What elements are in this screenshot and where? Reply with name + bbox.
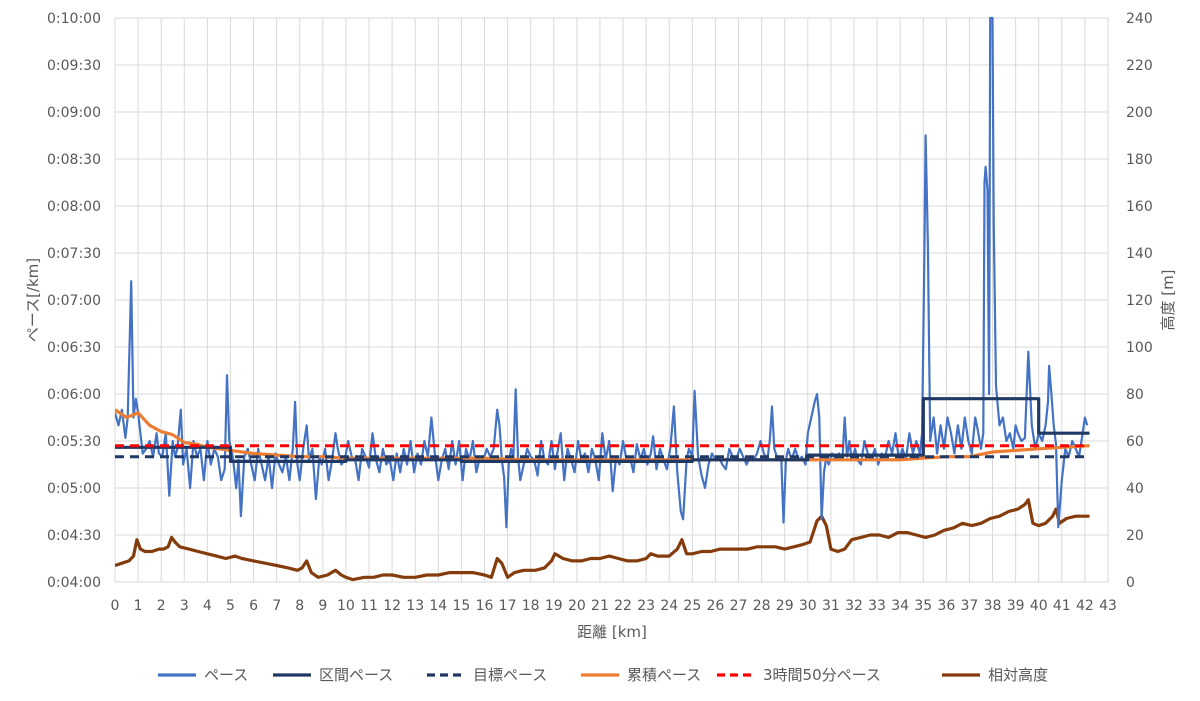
x-tick-label: 29 [776, 598, 794, 614]
x-tick-label: 35 [914, 598, 932, 614]
x-tick-label: 41 [1053, 598, 1071, 614]
y-left-tick-label: 0:08:30 [47, 152, 101, 168]
y-right-tick-label: 160 [1126, 199, 1153, 215]
legend-label: 3時間50分ペース [763, 666, 881, 684]
x-tick-label: 4 [203, 598, 212, 614]
x-tick-label: 38 [984, 598, 1002, 614]
x-tick-label: 7 [272, 598, 281, 614]
x-tick-label: 24 [660, 598, 678, 614]
x-tick-label: 19 [545, 598, 563, 614]
y-right-tick-label: 140 [1126, 246, 1153, 262]
legend-label: 累積ペース [627, 666, 701, 684]
y-axis-left-title: ペース[/km] [24, 258, 42, 342]
x-tick-label: 37 [961, 598, 979, 614]
x-tick-label: 16 [476, 598, 494, 614]
x-tick-label: 21 [591, 598, 609, 614]
y-right-tick-label: 0 [1126, 575, 1135, 591]
pace-chart: 0:04:00 0:04:30 0:05:00 0:05:30 0:06:00 0:06:… [24, 11, 1177, 684]
x-tick-label: 2 [157, 598, 166, 614]
x-tick-label: 40 [1030, 598, 1048, 614]
y-right-tick-label: 40 [1126, 481, 1144, 497]
y-right-tick-label: 20 [1126, 528, 1144, 544]
series-line-0 [115, 16, 1089, 529]
x-tick-label: 20 [568, 598, 586, 614]
x-tick-label: 15 [452, 598, 470, 614]
series-line-5 [115, 498, 1090, 582]
x-tick-label: 28 [753, 598, 771, 614]
y-left-tick-label: 0:07:00 [47, 293, 101, 309]
y-right-tick-label: 100 [1126, 340, 1153, 356]
x-tick-label: 17 [499, 598, 517, 614]
x-tick-label: 31 [822, 598, 840, 614]
y-left-tick-label: 0:05:30 [47, 434, 101, 450]
x-tick-label: 9 [318, 598, 327, 614]
x-tick-label: 30 [799, 598, 817, 614]
legend-label: ペース [204, 666, 248, 684]
x-tick-label: 6 [249, 598, 258, 614]
x-tick-label: 12 [383, 598, 401, 614]
x-tick-label: 36 [937, 598, 955, 614]
y-left-tick-label: 0:06:30 [47, 340, 101, 356]
x-tick-label: 14 [429, 598, 447, 614]
x-tick-label: 42 [1076, 598, 1094, 614]
y-right-tick-label: 80 [1126, 387, 1144, 403]
legend-label: 相対高度 [988, 666, 1048, 684]
y-left-tick-label: 0:10:00 [47, 11, 101, 27]
y-left-tick-label: 0:04:00 [47, 575, 101, 591]
y-left-tick-label: 0:07:30 [47, 246, 101, 262]
x-tick-label: 1 [134, 598, 143, 614]
x-tick-label: 10 [337, 598, 355, 614]
x-tick-label: 43 [1099, 598, 1117, 614]
left-axis-ticks: 0:04:00 0:04:30 0:05:00 0:05:30 0:06:00 0:06:… [47, 11, 101, 591]
y-left-tick-label: 0:09:00 [47, 105, 101, 121]
series-line-1 [115, 397, 1090, 463]
series-lines [115, 16, 1090, 582]
x-tick-label: 39 [1007, 598, 1025, 614]
y-right-tick-label: 120 [1126, 293, 1153, 309]
y-axis-right-title: 高度 [m] [1159, 269, 1177, 330]
grid [114, 17, 1109, 583]
y-left-tick-label: 0:06:00 [47, 387, 101, 403]
y-right-tick-label: 220 [1126, 58, 1153, 74]
right-axis-ticks: 0 20 40 60 80 100 120 140 160 180 200 220 240 [1126, 11, 1153, 591]
y-left-tick-label: 0:09:30 [47, 58, 101, 74]
y-left-tick-label: 0:08:00 [47, 199, 101, 215]
x-tick-label: 3 [180, 598, 189, 614]
x-tick-label: 22 [614, 598, 632, 614]
x-tick-label: 18 [522, 598, 540, 614]
y-right-tick-label: 200 [1126, 105, 1153, 121]
x-axis-ticks: 0 1 2 3 4 5 6 7 8 9 10 11 12 13 14 15 16 17 18 19 20 21 22 23 24… [111, 598, 1117, 614]
y-right-tick-label: 240 [1126, 11, 1153, 27]
x-tick-label: 34 [891, 598, 909, 614]
x-tick-label: 13 [406, 598, 424, 614]
y-right-tick-label: 60 [1126, 434, 1144, 450]
x-tick-label: 32 [845, 598, 863, 614]
y-left-tick-label: 0:04:30 [47, 528, 101, 544]
x-tick-label: 11 [360, 598, 378, 614]
x-tick-label: 23 [637, 598, 655, 614]
x-tick-label: 26 [707, 598, 725, 614]
x-tick-label: 33 [868, 598, 886, 614]
x-tick-label: 8 [295, 598, 304, 614]
x-tick-label: 27 [730, 598, 748, 614]
x-tick-label: 0 [111, 598, 120, 614]
x-tick-label: 5 [226, 598, 235, 614]
legend: ペース 区間ペース 目標ペース 累積ペース 3時間50分ペース 相対高度 [158, 666, 1048, 684]
legend-label: 区間ペース [319, 666, 393, 684]
legend-label: 目標ペース [473, 666, 547, 684]
y-left-tick-label: 0:05:00 [47, 481, 101, 497]
x-axis-title: 距離 [km] [577, 623, 647, 641]
x-tick-label: 25 [683, 598, 701, 614]
y-right-tick-label: 180 [1126, 152, 1153, 168]
